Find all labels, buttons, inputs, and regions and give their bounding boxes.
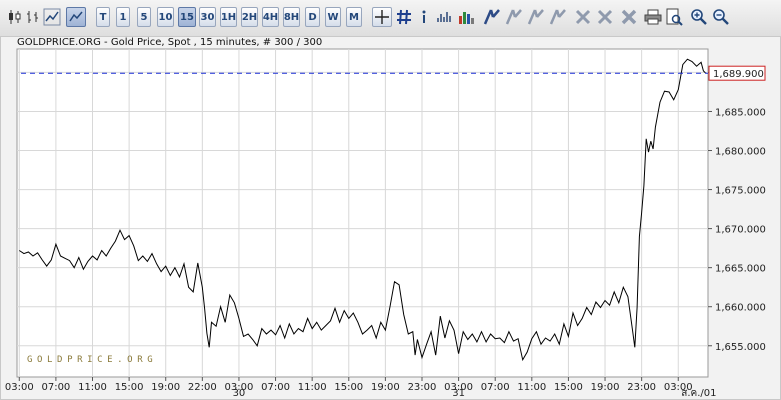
y-tick-label: 1,675.000	[715, 186, 766, 197]
current-price-label: 1,689.900	[713, 69, 764, 80]
x-tick-label: 19:00	[591, 382, 620, 393]
y-tick-label: 1,655.000	[715, 342, 766, 353]
x-tick-label: 07:00	[41, 382, 70, 393]
x-tick-label: 15:00	[554, 382, 583, 393]
current-price-marker: 1,689.900	[708, 65, 766, 81]
y-tick-label: 1,670.000	[715, 225, 766, 236]
y-tick-label: 1,680.000	[715, 147, 766, 158]
plot-area	[16, 48, 709, 378]
y-axis: 1,655.000 1,660.000 1,665.000 1,670.000 1,67…	[708, 68, 766, 353]
day-label: 30	[233, 388, 246, 399]
chart-header: GOLDPRICE.ORG - Gold Price, Spot , 15 mi…	[17, 37, 322, 48]
x-tick-label: 03:00	[5, 382, 34, 393]
day-label: 31	[452, 388, 465, 399]
day-label: ส.ค./01	[681, 388, 716, 399]
x-axis: 03:00 07:00 11:00 15:00 19:00 22:00 03:00 07:00…	[5, 377, 716, 399]
x-tick-label: 23:00	[408, 382, 437, 393]
y-tick-label: 1,660.000	[715, 303, 766, 314]
gold-price-chart[interactable]: GOLDPRICE.ORG - Gold Price, Spot , 15 mi…	[0, 0, 781, 400]
y-tick-label: 1,685.000	[715, 107, 766, 118]
x-tick-label: 07:00	[261, 382, 290, 393]
x-tick-label: 22:00	[188, 382, 217, 393]
x-tick-label: 15:00	[115, 382, 144, 393]
watermark: GOLDPRICE.ORG	[27, 355, 157, 365]
y-tick-label: 1,665.000	[715, 264, 766, 275]
x-tick-label: 23:00	[627, 382, 656, 393]
x-tick-label: 19:00	[151, 382, 180, 393]
x-tick-label: 11:00	[78, 382, 107, 393]
x-tick-label: 15:00	[334, 382, 363, 393]
x-tick-label: 07:00	[481, 382, 510, 393]
x-tick-label: 19:00	[371, 382, 400, 393]
x-tick-label: 11:00	[298, 382, 327, 393]
x-tick-label: 11:00	[517, 382, 546, 393]
